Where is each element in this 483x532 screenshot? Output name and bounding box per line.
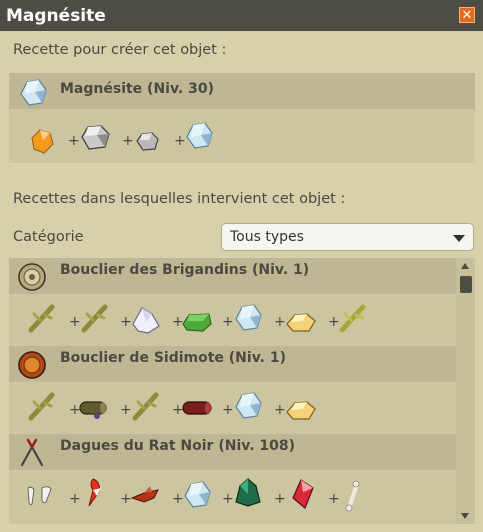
magnesite-crystal-icon[interactable] bbox=[183, 119, 215, 151]
chevron-down-icon bbox=[453, 235, 465, 242]
red-feather-icon[interactable] bbox=[79, 476, 111, 508]
category-selected-value: Tous types bbox=[230, 229, 304, 245]
plus-sign: + bbox=[68, 133, 80, 149]
plus-sign: + bbox=[274, 402, 286, 418]
recipes-scrollbar[interactable] bbox=[456, 258, 475, 524]
yellow-nugget-icon[interactable] bbox=[285, 394, 317, 426]
scroll-thumb[interactable] bbox=[460, 276, 472, 293]
magnesite-crystal-icon[interactable] bbox=[232, 389, 264, 421]
daggers-icon[interactable] bbox=[16, 437, 48, 469]
recipes-list[interactable]: Bouclier des Brigandins (Niv. 1) + + + +… bbox=[9, 258, 475, 524]
white-crystal-icon[interactable] bbox=[130, 304, 162, 336]
bone-icon[interactable] bbox=[337, 480, 369, 512]
wooden-shield-icon[interactable] bbox=[16, 349, 48, 381]
branch-icon[interactable] bbox=[79, 302, 111, 334]
magnesite-crystal-icon[interactable] bbox=[181, 478, 213, 510]
craft-item-name[interactable]: Magnésite (Niv. 30) bbox=[60, 81, 214, 97]
craft-section-label: Recette pour créer cet objet : bbox=[13, 42, 227, 58]
close-button[interactable]: ✕ bbox=[459, 7, 475, 23]
green-crystal-icon[interactable] bbox=[232, 476, 264, 508]
window-titlebar: Magnésite ✕ bbox=[0, 0, 483, 31]
branch-icon[interactable] bbox=[26, 302, 58, 334]
yellow-nugget-icon[interactable] bbox=[285, 306, 317, 338]
red-claw-icon[interactable] bbox=[130, 480, 162, 512]
plus-sign: + bbox=[274, 491, 286, 507]
magnesite-crystal-icon[interactable] bbox=[17, 76, 49, 108]
scroll-down-icon[interactable] bbox=[461, 513, 469, 519]
category-label: Catégorie bbox=[13, 229, 84, 245]
white-teeth-icon[interactable] bbox=[24, 480, 56, 512]
recipe-name[interactable]: Dagues du Rat Noir (Niv. 108) bbox=[60, 438, 295, 454]
branch-icon[interactable] bbox=[26, 390, 58, 422]
recipe-name[interactable]: Bouclier de Sidimote (Niv. 1) bbox=[60, 350, 286, 366]
amber-gem-icon[interactable] bbox=[26, 125, 58, 157]
close-icon: ✕ bbox=[461, 7, 473, 23]
usage-section-label: Recettes dans lesquelles intervient cet … bbox=[13, 191, 346, 207]
small-grey-stone-icon[interactable] bbox=[132, 125, 164, 157]
category-dropdown[interactable]: Tous types bbox=[221, 223, 474, 251]
mossy-log-icon[interactable] bbox=[77, 392, 109, 424]
red-gem-icon[interactable] bbox=[287, 478, 319, 510]
magnesite-crystal-icon[interactable] bbox=[232, 301, 264, 333]
craft-recipe-box: Magnésite (Niv. 30) + + + bbox=[9, 73, 475, 163]
scroll-up-icon[interactable] bbox=[461, 263, 469, 269]
branch-icon[interactable] bbox=[337, 302, 369, 334]
red-log-icon[interactable] bbox=[181, 392, 213, 424]
plus-sign: + bbox=[274, 314, 286, 330]
window-title: Magnésite bbox=[6, 6, 106, 26]
recipe-name[interactable]: Bouclier des Brigandins (Niv. 1) bbox=[60, 262, 309, 278]
round-shield-icon[interactable] bbox=[16, 261, 48, 293]
branch-icon[interactable] bbox=[130, 390, 162, 422]
grey-stone-icon[interactable] bbox=[79, 121, 111, 153]
green-leaf-icon[interactable] bbox=[181, 306, 213, 338]
